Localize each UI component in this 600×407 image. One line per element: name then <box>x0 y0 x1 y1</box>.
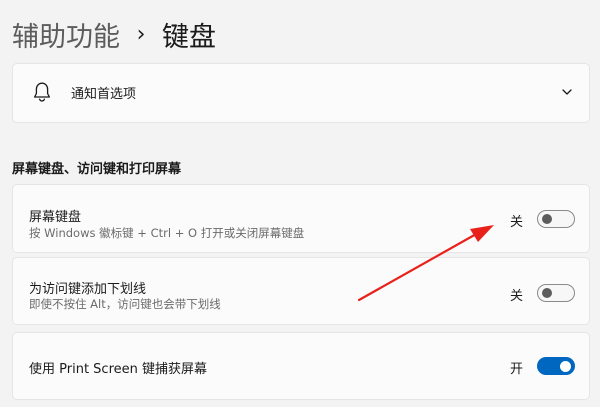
bell-icon <box>33 82 51 102</box>
access-keys-underline-setting: 为访问键添加下划线 即使不按住 Alt，访问键也会带下划线 关 <box>12 257 590 325</box>
print-screen-title: 使用 Print Screen 键捕获屏幕 <box>29 362 207 377</box>
access-keys-toggle[interactable] <box>537 284 575 302</box>
section-heading: 屏幕键盘、访问键和打印屏幕 <box>12 162 182 177</box>
notification-preferences-label: 通知首选项 <box>71 87 137 102</box>
on-screen-keyboard-description: 按 Windows 徽标键 + Ctrl + O 打开或关闭屏幕键盘 <box>29 226 305 240</box>
chevron-down-icon[interactable] <box>561 86 573 98</box>
on-screen-keyboard-state: 关 <box>510 215 524 230</box>
page-title: 键盘 <box>162 21 216 53</box>
print-screen-state: 开 <box>510 362 524 377</box>
access-keys-description: 即使不按住 Alt，访问键也会带下划线 <box>29 297 221 311</box>
breadcrumb-parent-link[interactable]: 辅助功能 <box>12 15 120 54</box>
on-screen-keyboard-toggle[interactable] <box>537 210 575 228</box>
toggle-knob <box>542 214 552 224</box>
access-keys-state: 关 <box>510 289 524 304</box>
access-keys-title: 为访问键添加下划线 <box>29 282 147 297</box>
print-screen-setting: 使用 Print Screen 键捕获屏幕 开 <box>12 332 590 400</box>
toggle-knob <box>560 360 571 372</box>
print-screen-toggle[interactable] <box>537 357 575 375</box>
toggle-knob <box>542 288 552 298</box>
notification-preferences-card[interactable]: 通知首选项 <box>12 63 590 123</box>
on-screen-keyboard-setting: 屏幕键盘 按 Windows 徽标键 + Ctrl + O 打开或关闭屏幕键盘 … <box>12 184 590 253</box>
breadcrumb-separator-icon: › <box>136 21 146 47</box>
on-screen-keyboard-title: 屏幕键盘 <box>29 210 82 225</box>
breadcrumb: 辅助功能 › 键盘 <box>12 14 216 54</box>
